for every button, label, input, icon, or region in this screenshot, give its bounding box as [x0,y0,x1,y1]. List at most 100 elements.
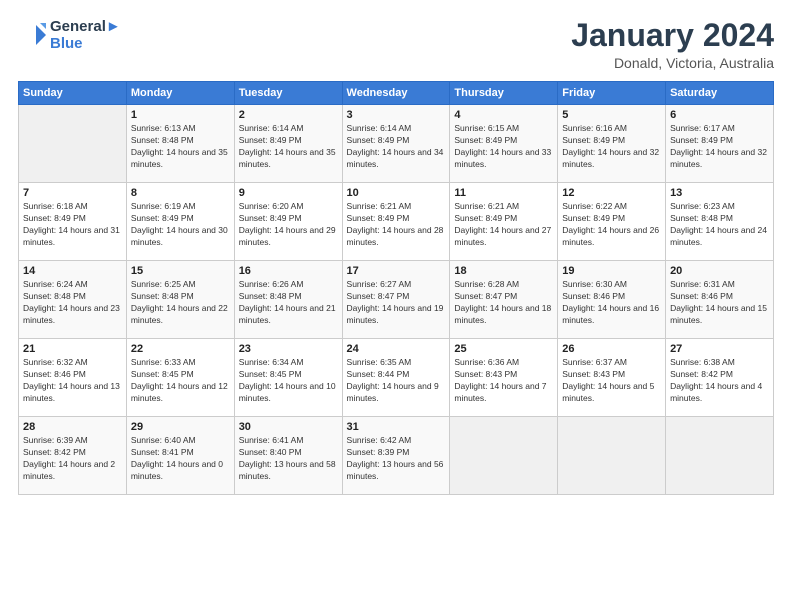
day-number: 28 [23,421,122,433]
cell-details: Sunrise: 6:13 AM Sunset: 8:48 PM Dayligh… [131,123,230,171]
cell-details: Sunrise: 6:38 AM Sunset: 8:42 PM Dayligh… [670,357,769,405]
cell-details: Sunrise: 6:28 AM Sunset: 8:47 PM Dayligh… [454,279,553,327]
calendar-week-row: 14 Sunrise: 6:24 AM Sunset: 8:48 PM Dayl… [19,261,774,339]
col-wednesday: Wednesday [342,82,450,105]
cell-details: Sunrise: 6:21 AM Sunset: 8:49 PM Dayligh… [347,201,446,249]
cell-details: Sunrise: 6:26 AM Sunset: 8:48 PM Dayligh… [239,279,338,327]
day-number: 4 [454,109,553,121]
col-tuesday: Tuesday [234,82,342,105]
title-area: January 2024 Donald, Victoria, Australia [571,18,774,71]
cell-details: Sunrise: 6:36 AM Sunset: 8:43 PM Dayligh… [454,357,553,405]
day-number: 6 [670,109,769,121]
day-number: 29 [131,421,230,433]
cell-details: Sunrise: 6:20 AM Sunset: 8:49 PM Dayligh… [239,201,338,249]
calendar-cell: 12 Sunrise: 6:22 AM Sunset: 8:49 PM Dayl… [558,183,666,261]
cell-details: Sunrise: 6:34 AM Sunset: 8:45 PM Dayligh… [239,357,338,405]
cell-details: Sunrise: 6:14 AM Sunset: 8:49 PM Dayligh… [347,123,446,171]
day-number: 23 [239,343,338,355]
day-number: 14 [23,265,122,277]
calendar-cell: 18 Sunrise: 6:28 AM Sunset: 8:47 PM Dayl… [450,261,558,339]
calendar-cell: 4 Sunrise: 6:15 AM Sunset: 8:49 PM Dayli… [450,105,558,183]
cell-details: Sunrise: 6:31 AM Sunset: 8:46 PM Dayligh… [670,279,769,327]
day-number: 20 [670,265,769,277]
cell-details: Sunrise: 6:22 AM Sunset: 8:49 PM Dayligh… [562,201,661,249]
cell-details: Sunrise: 6:18 AM Sunset: 8:49 PM Dayligh… [23,201,122,249]
calendar-cell: 6 Sunrise: 6:17 AM Sunset: 8:49 PM Dayli… [666,105,774,183]
calendar-cell [450,417,558,495]
page-header: General► Blue January 2024 Donald, Victo… [18,18,774,71]
day-number: 30 [239,421,338,433]
calendar-cell: 21 Sunrise: 6:32 AM Sunset: 8:46 PM Dayl… [19,339,127,417]
calendar-cell [558,417,666,495]
day-number: 22 [131,343,230,355]
calendar-cell: 10 Sunrise: 6:21 AM Sunset: 8:49 PM Dayl… [342,183,450,261]
cell-details: Sunrise: 6:35 AM Sunset: 8:44 PM Dayligh… [347,357,446,405]
day-number: 5 [562,109,661,121]
day-number: 11 [454,187,553,199]
day-number: 24 [347,343,446,355]
calendar-body: 1 Sunrise: 6:13 AM Sunset: 8:48 PM Dayli… [19,105,774,495]
cell-details: Sunrise: 6:27 AM Sunset: 8:47 PM Dayligh… [347,279,446,327]
month-year-title: January 2024 [571,18,774,53]
calendar-week-row: 7 Sunrise: 6:18 AM Sunset: 8:49 PM Dayli… [19,183,774,261]
day-number: 19 [562,265,661,277]
calendar-cell: 17 Sunrise: 6:27 AM Sunset: 8:47 PM Dayl… [342,261,450,339]
calendar-cell [19,105,127,183]
calendar-cell: 28 Sunrise: 6:39 AM Sunset: 8:42 PM Dayl… [19,417,127,495]
calendar-cell: 1 Sunrise: 6:13 AM Sunset: 8:48 PM Dayli… [126,105,234,183]
logo: General► Blue [18,18,121,52]
cell-details: Sunrise: 6:25 AM Sunset: 8:48 PM Dayligh… [131,279,230,327]
calendar-cell: 7 Sunrise: 6:18 AM Sunset: 8:49 PM Dayli… [19,183,127,261]
day-number: 25 [454,343,553,355]
day-number: 3 [347,109,446,121]
calendar-cell: 20 Sunrise: 6:31 AM Sunset: 8:46 PM Dayl… [666,261,774,339]
calendar-cell: 11 Sunrise: 6:21 AM Sunset: 8:49 PM Dayl… [450,183,558,261]
day-number: 27 [670,343,769,355]
cell-details: Sunrise: 6:30 AM Sunset: 8:46 PM Dayligh… [562,279,661,327]
logo-icon [18,21,46,49]
calendar-table: Sunday Monday Tuesday Wednesday Thursday… [18,81,774,495]
calendar-cell: 2 Sunrise: 6:14 AM Sunset: 8:49 PM Dayli… [234,105,342,183]
cell-details: Sunrise: 6:24 AM Sunset: 8:48 PM Dayligh… [23,279,122,327]
calendar-week-row: 28 Sunrise: 6:39 AM Sunset: 8:42 PM Dayl… [19,417,774,495]
day-number: 31 [347,421,446,433]
day-number: 9 [239,187,338,199]
calendar-cell: 30 Sunrise: 6:41 AM Sunset: 8:40 PM Dayl… [234,417,342,495]
cell-details: Sunrise: 6:16 AM Sunset: 8:49 PM Dayligh… [562,123,661,171]
cell-details: Sunrise: 6:17 AM Sunset: 8:49 PM Dayligh… [670,123,769,171]
col-friday: Friday [558,82,666,105]
calendar-week-row: 1 Sunrise: 6:13 AM Sunset: 8:48 PM Dayli… [19,105,774,183]
calendar-cell [666,417,774,495]
cell-details: Sunrise: 6:15 AM Sunset: 8:49 PM Dayligh… [454,123,553,171]
calendar-cell: 5 Sunrise: 6:16 AM Sunset: 8:49 PM Dayli… [558,105,666,183]
day-number: 18 [454,265,553,277]
day-number: 1 [131,109,230,121]
day-number: 2 [239,109,338,121]
calendar-cell: 3 Sunrise: 6:14 AM Sunset: 8:49 PM Dayli… [342,105,450,183]
calendar-cell: 25 Sunrise: 6:36 AM Sunset: 8:43 PM Dayl… [450,339,558,417]
calendar-cell: 29 Sunrise: 6:40 AM Sunset: 8:41 PM Dayl… [126,417,234,495]
cell-details: Sunrise: 6:32 AM Sunset: 8:46 PM Dayligh… [23,357,122,405]
location-subtitle: Donald, Victoria, Australia [571,55,774,71]
day-number: 15 [131,265,230,277]
cell-details: Sunrise: 6:39 AM Sunset: 8:42 PM Dayligh… [23,435,122,483]
calendar-cell: 9 Sunrise: 6:20 AM Sunset: 8:49 PM Dayli… [234,183,342,261]
calendar-cell: 8 Sunrise: 6:19 AM Sunset: 8:49 PM Dayli… [126,183,234,261]
cell-details: Sunrise: 6:21 AM Sunset: 8:49 PM Dayligh… [454,201,553,249]
calendar-page: General► Blue January 2024 Donald, Victo… [0,0,792,612]
calendar-cell: 23 Sunrise: 6:34 AM Sunset: 8:45 PM Dayl… [234,339,342,417]
day-number: 8 [131,187,230,199]
cell-details: Sunrise: 6:19 AM Sunset: 8:49 PM Dayligh… [131,201,230,249]
calendar-cell: 14 Sunrise: 6:24 AM Sunset: 8:48 PM Dayl… [19,261,127,339]
cell-details: Sunrise: 6:14 AM Sunset: 8:49 PM Dayligh… [239,123,338,171]
cell-details: Sunrise: 6:23 AM Sunset: 8:48 PM Dayligh… [670,201,769,249]
day-number: 13 [670,187,769,199]
logo-text: General► Blue [50,18,121,52]
calendar-cell: 24 Sunrise: 6:35 AM Sunset: 8:44 PM Dayl… [342,339,450,417]
cell-details: Sunrise: 6:37 AM Sunset: 8:43 PM Dayligh… [562,357,661,405]
calendar-cell: 26 Sunrise: 6:37 AM Sunset: 8:43 PM Dayl… [558,339,666,417]
day-number: 7 [23,187,122,199]
col-thursday: Thursday [450,82,558,105]
calendar-week-row: 21 Sunrise: 6:32 AM Sunset: 8:46 PM Dayl… [19,339,774,417]
cell-details: Sunrise: 6:42 AM Sunset: 8:39 PM Dayligh… [347,435,446,483]
